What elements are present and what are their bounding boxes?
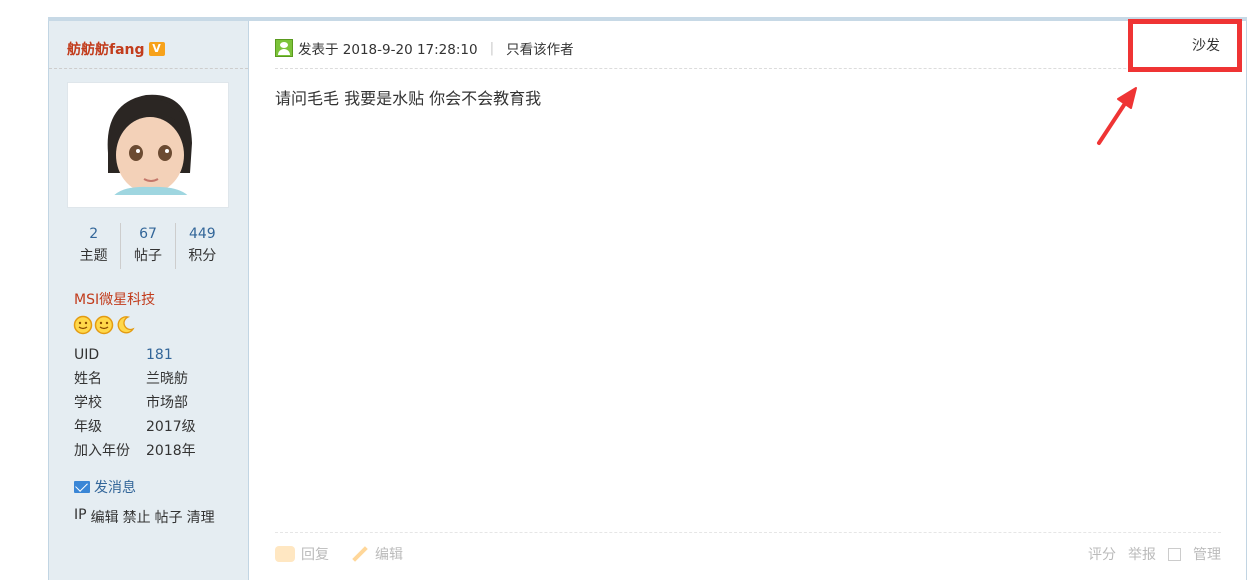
profile-value: 市场部 (146, 395, 188, 411)
footer-rule (275, 532, 1221, 533)
avatar[interactable] (67, 82, 229, 208)
stat-credits-count: 449 (188, 226, 216, 242)
stat-posts-label: 帖子 (133, 248, 162, 264)
stat-posts-count: 67 (139, 226, 157, 242)
moon-icon (117, 316, 135, 334)
post-actions-left: 回复 编辑 (275, 544, 403, 564)
author-stats: 2 主题 67 帖子 449 积分 (67, 223, 229, 269)
stat-threads-count: 2 (89, 226, 99, 242)
previous-post-footer (48, 0, 1247, 18)
post-date: 发表于 2018-9-20 17:28:10 (298, 42, 478, 58)
profile-row-uid: UID 181 (74, 343, 196, 367)
manage-checkbox[interactable] (1168, 547, 1181, 561)
manage-label: 管理 (1193, 547, 1221, 563)
author-name-row: 舫舫舫fang V (67, 39, 165, 59)
author-sidebar: 舫舫舫fang V 2 主题 67 帖子 449 积分 MSI微星科技 UID … (49, 21, 249, 580)
post-actions-right: 评分 举报 管理 (1088, 544, 1221, 564)
profile-key: 加入年份 (74, 443, 130, 459)
author-name-link[interactable]: 舫舫舫fang (67, 39, 145, 59)
stat-credits[interactable]: 449 积分 (176, 223, 229, 269)
edit-button[interactable]: 编辑 (351, 544, 403, 564)
admin-links: IP 编辑 禁止 帖子 清理 (74, 507, 215, 527)
rate-link[interactable]: 评分 (1088, 544, 1116, 564)
v-badge-icon: V (148, 42, 165, 56)
profile-key: UID (74, 347, 100, 363)
send-message-label: 发消息 (94, 480, 136, 496)
profile-key: 姓名 (74, 371, 102, 387)
avatar-image (68, 83, 228, 207)
profile-key: 学校 (74, 395, 102, 411)
profile-row-join-year: 加入年份 2018年 (74, 439, 196, 463)
admin-posts-link[interactable]: 帖子 (155, 507, 183, 527)
post-footer: 回复 编辑 评分 举报 管理 (275, 544, 1221, 566)
admin-edit-link[interactable]: 编辑 (91, 507, 119, 527)
profile-value: 兰晓舫 (146, 371, 188, 387)
profile-row-grade: 年级 2017级 (74, 415, 196, 439)
edit-label: 编辑 (375, 547, 403, 563)
profile-key: 年级 (74, 419, 102, 435)
stat-posts[interactable]: 67 帖子 (121, 223, 176, 269)
send-message-link[interactable]: 发消息 (74, 477, 136, 497)
smiley-icon (73, 315, 93, 335)
profile-row-school: 学校 市场部 (74, 391, 196, 415)
profile-uid-value[interactable]: 181 (146, 343, 173, 367)
medals (73, 315, 135, 335)
user-group[interactable]: MSI微星科技 (74, 289, 155, 309)
profile-value: 2018年 (146, 443, 196, 459)
report-link[interactable]: 举报 (1128, 544, 1156, 564)
reply-button[interactable]: 回复 (275, 544, 329, 564)
reply-icon (275, 546, 295, 562)
stat-credits-label: 积分 (188, 248, 217, 264)
post-content: 请问毛毛 我要是水贴 你会不会教育我 (275, 89, 542, 108)
header-rule (275, 68, 1221, 69)
admin-clean-link[interactable]: 清理 (187, 507, 215, 527)
stat-threads-label: 主题 (79, 248, 108, 264)
header-separator: | (489, 40, 495, 56)
pencil-icon (352, 546, 368, 562)
highlight-box (1128, 19, 1242, 72)
only-author-link[interactable]: 只看该作者 (506, 38, 574, 58)
profile-value: 2017级 (146, 419, 196, 435)
profile-fields: UID 181 姓名 兰晓舫 学校 市场部 年级 2017级 加入年份 2018… (74, 343, 196, 463)
name-separator (49, 68, 248, 69)
post-header: 发表于 2018-9-20 17:28:10 | 只看该作者 (275, 36, 1221, 60)
admin-ip-link[interactable]: IP (74, 507, 87, 527)
admin-ban-link[interactable]: 禁止 (123, 507, 151, 527)
reply-label: 回复 (301, 547, 329, 563)
online-status-icon (275, 39, 293, 57)
mail-icon (74, 481, 90, 493)
stat-threads[interactable]: 2 主题 (67, 223, 122, 269)
smiley-icon (94, 315, 114, 335)
profile-row-name: 姓名 兰晓舫 (74, 367, 196, 391)
